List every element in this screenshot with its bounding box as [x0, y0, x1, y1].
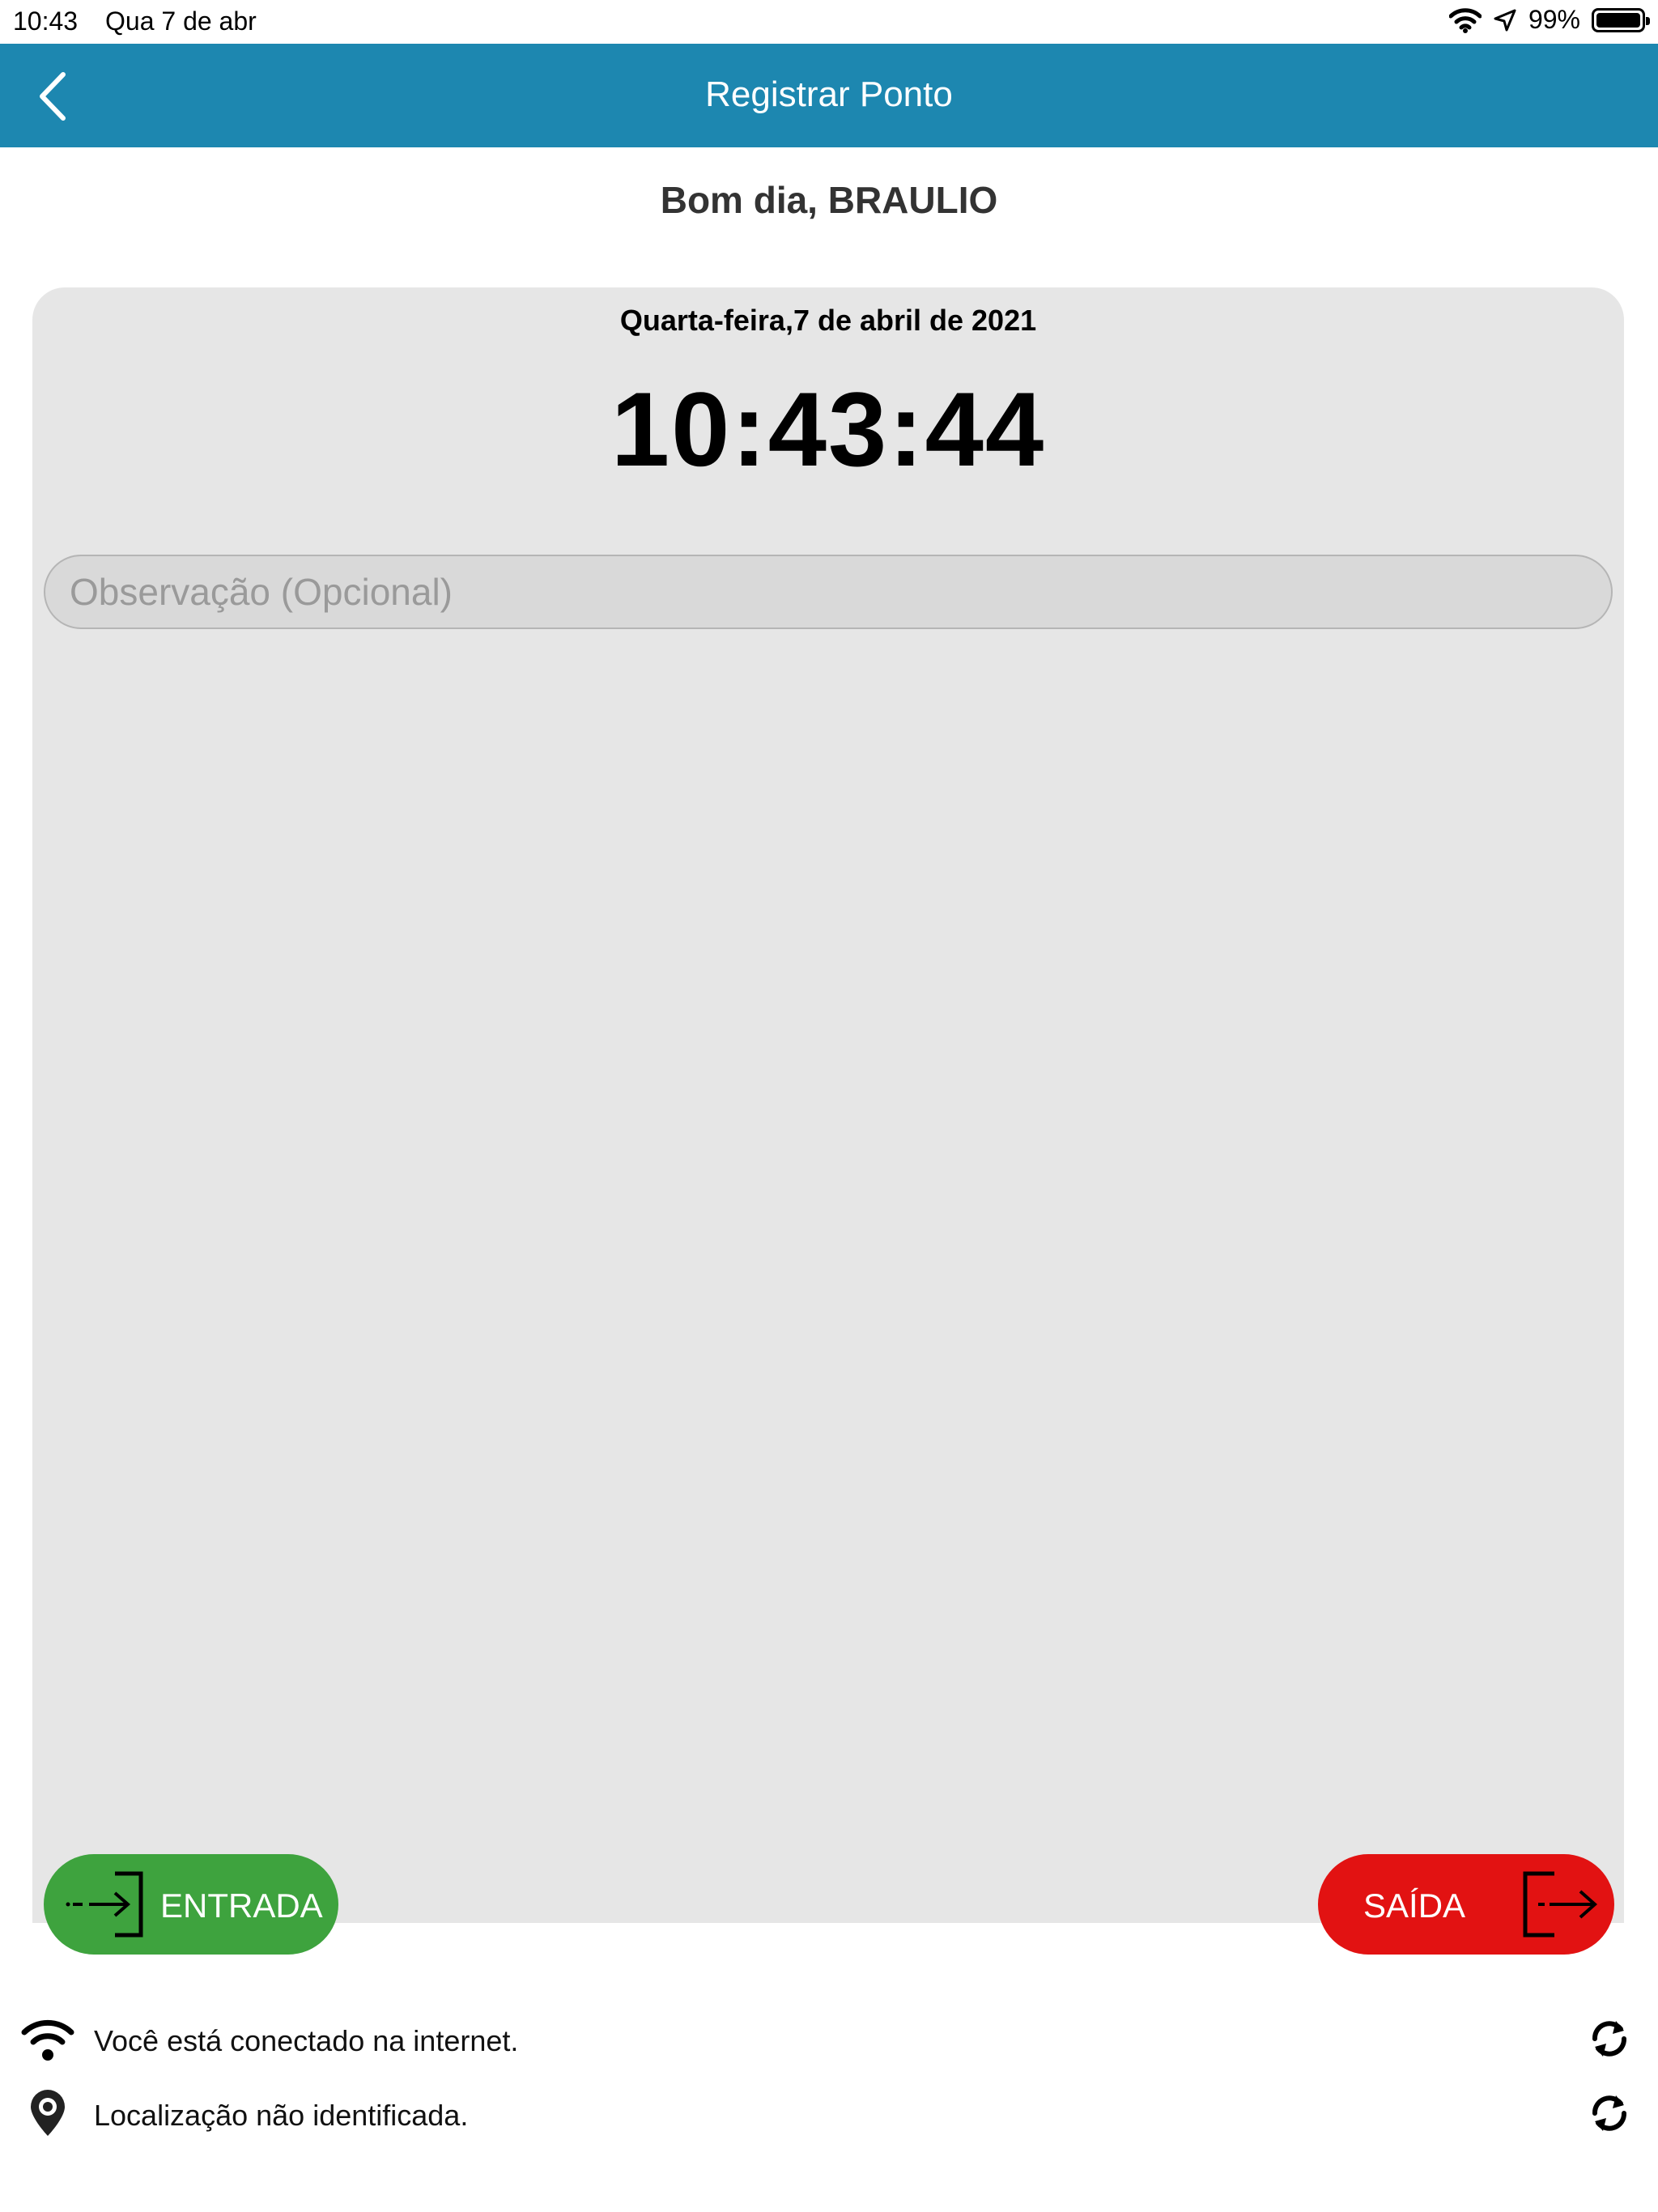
- location-arrow-icon: [1494, 9, 1516, 31]
- internet-status-text: Você está conectado na internet.: [94, 2024, 519, 2057]
- wifi-icon: [1448, 7, 1482, 33]
- status-time: 10:43: [13, 6, 79, 36]
- refresh-icon[interactable]: [1585, 2014, 1634, 2063]
- status-date: Qua 7 de abr: [105, 6, 257, 36]
- current-date: Quarta-feira,7 de abril de 2021: [619, 304, 1037, 337]
- logout-icon: [1523, 1871, 1598, 1938]
- location-status-row: Localização não identificada.: [0, 2081, 1658, 2146]
- clock-card: Quarta-feira,7 de abril de 2021 10:43:44: [32, 287, 1624, 1923]
- battery-icon: [1592, 7, 1650, 32]
- location-pin-icon: [31, 2090, 65, 2136]
- entrada-button[interactable]: ENTRADA: [44, 1854, 338, 1955]
- status-right: 99%: [1448, 5, 1650, 35]
- observation-input[interactable]: [44, 555, 1613, 629]
- refresh-icon[interactable]: [1585, 2089, 1634, 2138]
- entrada-label: ENTRADA: [160, 1887, 323, 1925]
- page-title: Registrar Ponto: [705, 74, 953, 114]
- nav-bar: Registrar Ponto: [0, 44, 1658, 147]
- greeting-text: Bom dia, BRAULIO: [660, 179, 998, 221]
- status-bar: 10:43 Qua 7 de abr 99%: [0, 0, 1658, 44]
- saida-button[interactable]: SAÍDA: [1318, 1854, 1614, 1955]
- current-time: 10:43:44: [610, 370, 1046, 488]
- internet-status-row: Você está conectado na internet.: [0, 2006, 1658, 2071]
- wifi-icon: [21, 2019, 74, 2061]
- saida-label: SAÍDA: [1363, 1887, 1466, 1925]
- battery-percentage: 99%: [1528, 5, 1580, 34]
- location-status-text: Localização não identificada.: [94, 2099, 469, 2132]
- login-icon: [66, 1871, 143, 1938]
